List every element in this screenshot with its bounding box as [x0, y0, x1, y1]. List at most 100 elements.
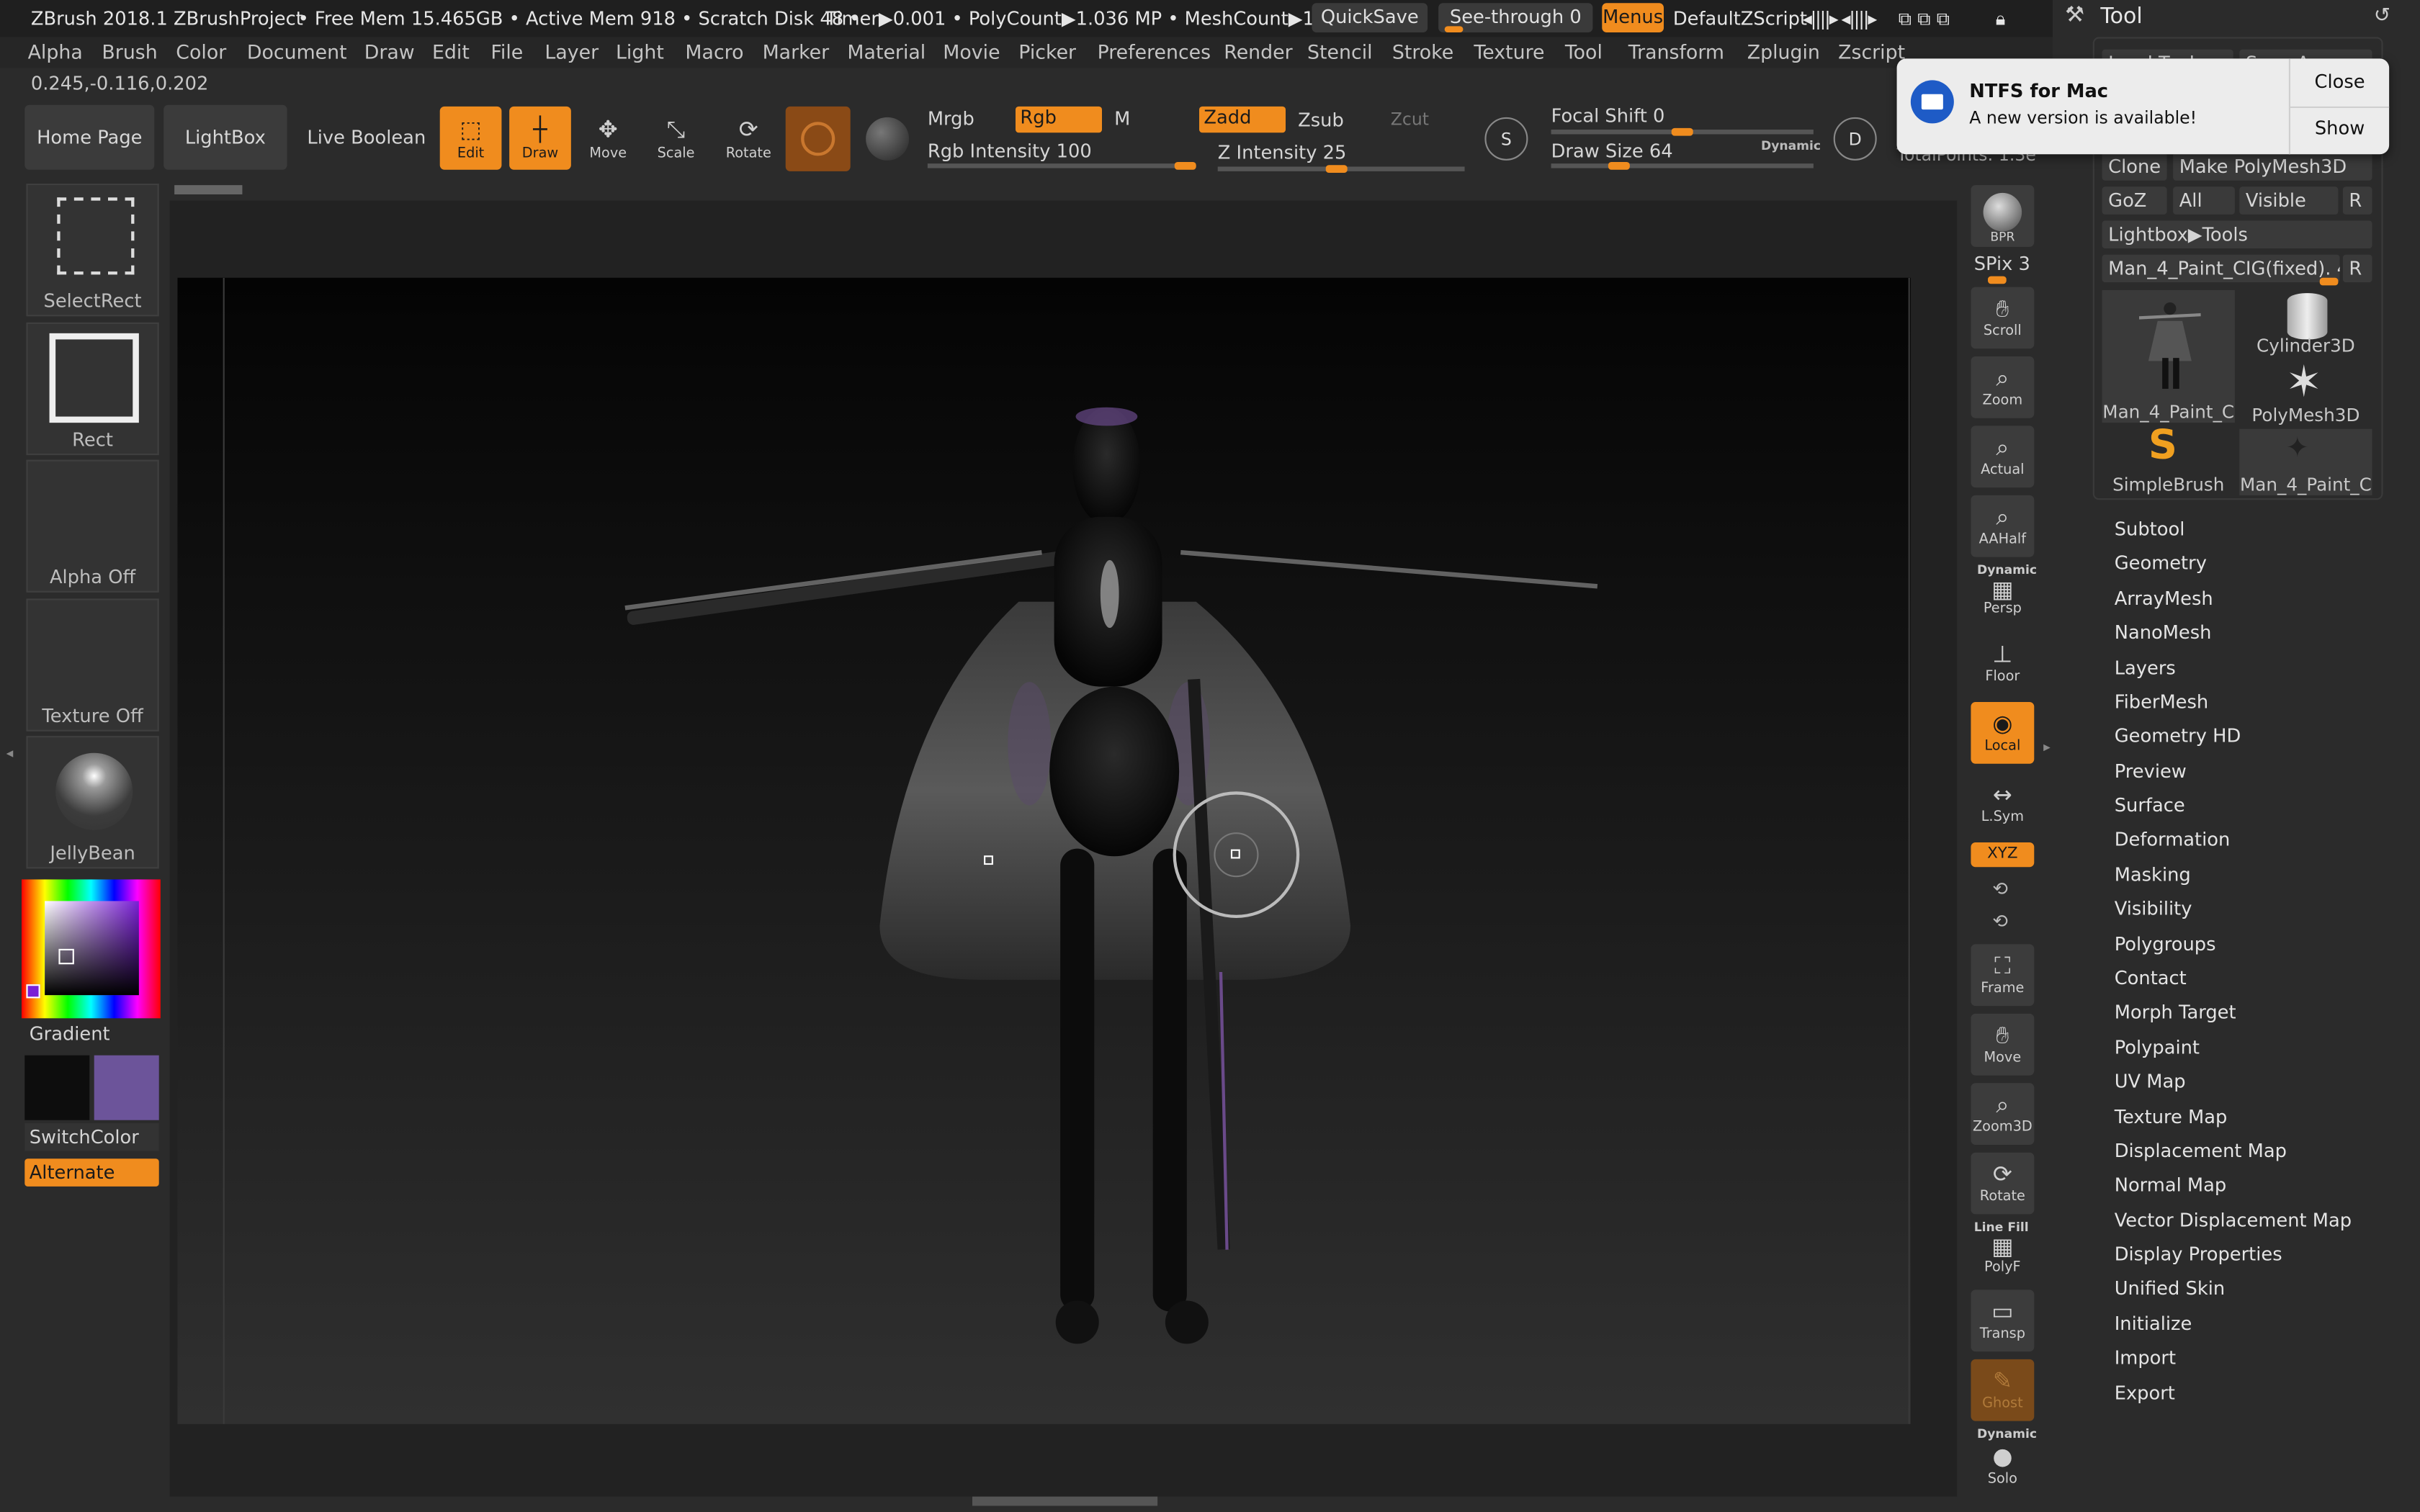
tool-menu-vector-displacement-map[interactable]: Vector Displacement Map [2115, 1210, 2352, 1231]
focal-shift-knob[interactable] [1671, 127, 1693, 136]
viewport-canvas[interactable] [177, 277, 1911, 1424]
goz-visible-button[interactable]: Visible [2239, 186, 2339, 215]
make-polymesh3d-button[interactable]: Make PolyMesh3D [2173, 153, 2372, 181]
goz-r-button[interactable]: R [2342, 186, 2372, 215]
zoom-button[interactable]: ⌕ Zoom [1971, 356, 2035, 418]
tool-menu-import[interactable]: Import [2115, 1347, 2176, 1369]
rotate-y-icon[interactable]: ⟲ [1992, 878, 2008, 899]
bpr-render-button[interactable]: BPR [1971, 185, 2035, 247]
polyf-button[interactable]: ▦ PolyF [1971, 1233, 2034, 1277]
texture-sphere-icon[interactable] [866, 117, 910, 161]
goz-button[interactable]: GoZ [2102, 186, 2167, 215]
current-tool-slider[interactable]: Man_4_Paint_CIG(fixed). 48 [2102, 254, 2340, 283]
lightbox-tools-button[interactable]: Lightbox▶Tools [2102, 220, 2372, 248]
menu-brush[interactable]: Brush [102, 40, 157, 63]
actual-button[interactable]: ⌕ Actual [1971, 426, 2035, 488]
tool-thumb-simplebrush[interactable]: S SimpleBrush [2102, 423, 2235, 495]
goz-all-button[interactable]: All [2173, 186, 2235, 215]
draw-mode-button[interactable]: ┼ Draw [509, 106, 571, 170]
ntfs-notification[interactable]: NTFS for Mac A new version is available!… [1896, 58, 2390, 155]
current-tool-knob[interactable] [2319, 277, 2339, 286]
menu-picker[interactable]: Picker [1018, 40, 1076, 63]
mrgb-toggle[interactable]: Mrgb [928, 108, 974, 130]
canvas-scroll-indicator[interactable] [174, 185, 243, 194]
secondary-color-swatch[interactable] [94, 1055, 159, 1120]
tool-menu-preview[interactable]: Preview [2115, 760, 2187, 782]
material-tile[interactable]: JellyBean [26, 736, 159, 869]
menu-movie[interactable]: Movie [943, 40, 1000, 63]
menu-texture[interactable]: Texture [1474, 40, 1544, 63]
edit-mode-button[interactable]: ⬚ Edit [439, 106, 502, 170]
tool-menu-contact[interactable]: Contact [2115, 968, 2187, 989]
menu-tool[interactable]: Tool [1565, 40, 1603, 63]
menu-draw[interactable]: Draw [364, 40, 415, 63]
tool-menu-fibermesh[interactable]: FiberMesh [2115, 691, 2208, 713]
menu-edit[interactable]: Edit [432, 40, 470, 63]
tool-menu-displacement-map[interactable]: Displacement Map [2115, 1140, 2287, 1162]
default-zscript[interactable]: DefaultZScript [1673, 8, 1807, 30]
rotate-view-button[interactable]: ⟳ Rotate [1971, 1152, 2035, 1215]
zoom3d-button[interactable]: ⌕ Zoom3D [1971, 1083, 2035, 1145]
m-toggle[interactable]: M [1114, 108, 1130, 130]
menu-material[interactable]: Material [847, 40, 926, 63]
hue-cursor[interactable] [26, 984, 40, 999]
alternate-toggle[interactable]: Alternate [24, 1158, 159, 1187]
tool-thumb-cylinder3d[interactable]: Cylinder3D [2239, 290, 2372, 356]
selectrect-brush-tile[interactable]: SelectRect [26, 183, 159, 317]
dynamic-size-toggle[interactable]: Dynamic [1761, 139, 1821, 153]
tool-menu-deformation[interactable]: Deformation [2115, 829, 2231, 850]
ghost-button[interactable]: ✎ Ghost [1971, 1359, 2035, 1421]
tool-menu-nanomesh[interactable]: NanoMesh [2115, 622, 2212, 644]
menu-macro[interactable]: Macro [685, 40, 743, 63]
menu-transform[interactable]: Transform [1628, 40, 1724, 63]
quicksave-button[interactable]: QuickSave [1312, 3, 1428, 33]
switchcolor-button[interactable]: SwitchColor [24, 1123, 159, 1151]
menu-preferences[interactable]: Preferences [1098, 40, 1211, 63]
rgb-intensity-slider[interactable] [927, 163, 1193, 168]
move-view-button[interactable]: ✋︎ Move [1971, 1013, 2035, 1076]
alpha-tile[interactable]: Alpha Off [26, 459, 159, 593]
zadd-toggle[interactable]: Zadd [1199, 106, 1286, 133]
see-through-knob[interactable] [1444, 26, 1464, 32]
lightbox-button[interactable]: LightBox [163, 104, 287, 170]
tool-menu-polygroups[interactable]: Polygroups [2115, 933, 2216, 955]
menu-alpha[interactable]: Alpha [28, 40, 83, 63]
tool-menu-morph-target[interactable]: Morph Target [2115, 1002, 2236, 1023]
tool-menu-layers[interactable]: Layers [2115, 657, 2176, 679]
texture-tile[interactable]: Texture Off [26, 598, 159, 732]
persp-button[interactable]: ▦ Persp [1971, 577, 2034, 620]
tool-r-button[interactable]: R [2342, 254, 2372, 283]
tool-menu-surface[interactable]: Surface [2115, 795, 2185, 816]
rect-stroke-tile[interactable]: Rect [26, 322, 159, 456]
menu-render[interactable]: Render [1224, 40, 1292, 63]
move-mode-button[interactable]: ✥ Move [577, 107, 639, 170]
frame-button[interactable]: ⛶ Frame [1971, 944, 2035, 1007]
tool-thumb-polymesh3d[interactable]: ✶ PolyMesh3D [2239, 356, 2372, 426]
tool-thumb-man4-main[interactable]: Man_4_Paint_C [2102, 289, 2235, 423]
lsym-button[interactable]: ↔ L.Sym [1971, 779, 2034, 829]
color-picker-hue-ring[interactable] [22, 879, 161, 1019]
tool-menu-geometry-hd[interactable]: Geometry HD [2115, 725, 2241, 747]
menu-zplugin[interactable]: Zplugin [1747, 40, 1820, 63]
notification-close-button[interactable]: Close [2290, 71, 2389, 93]
rotate-mode-button[interactable]: ⟳ Rotate [717, 107, 779, 170]
tool-menu-display-properties[interactable]: Display Properties [2115, 1243, 2282, 1265]
draw-size-knob[interactable] [1608, 162, 1630, 170]
tool-menu-uv-map[interactable]: UV Map [2115, 1071, 2186, 1092]
menu-document[interactable]: Document [247, 40, 347, 63]
tool-menu-initialize[interactable]: Initialize [2115, 1313, 2192, 1335]
xyz-button[interactable]: XYZ [1971, 842, 2035, 868]
home-page-button[interactable]: Home Page [24, 104, 155, 170]
zsub-toggle[interactable]: Zsub [1298, 109, 1344, 131]
tool-menu-geometry[interactable]: Geometry [2115, 552, 2207, 574]
transp-button[interactable]: ▭ Transp [1971, 1290, 2035, 1352]
menu-marker[interactable]: Marker [763, 40, 830, 63]
reset-palette-icon[interactable]: ↺ [2374, 4, 2390, 27]
spix-knob[interactable] [1988, 276, 2007, 284]
menu-zscript[interactable]: Zscript [1838, 40, 1905, 63]
zcut-toggle[interactable]: Zcut [1391, 109, 1429, 130]
clone-button[interactable]: Clone [2102, 153, 2167, 181]
menu-file[interactable]: File [490, 40, 523, 63]
color-picker-cursor[interactable] [58, 948, 74, 965]
floor-button[interactable]: ⊥ Floor [1971, 633, 2034, 688]
